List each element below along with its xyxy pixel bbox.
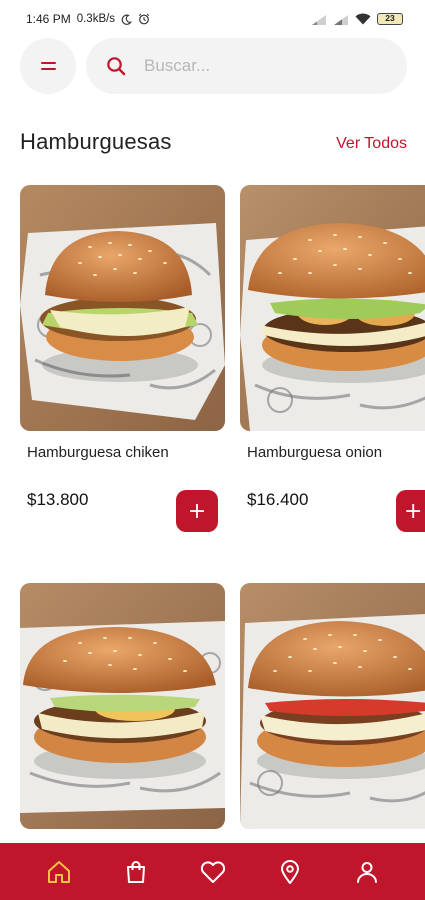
section-title: Hamburguesas — [20, 129, 172, 154]
product-price: $13.800 — [27, 490, 89, 509]
product-image[interactable] — [20, 185, 225, 431]
product-image[interactable] — [240, 583, 425, 829]
add-to-cart-button[interactable]: + — [396, 490, 425, 532]
bottom-nav — [0, 843, 425, 900]
product-card[interactable] — [240, 583, 425, 829]
signal-icon — [312, 14, 326, 25]
product-name: Hamburguesa onion — [247, 444, 383, 461]
menu-icon — [40, 61, 56, 71]
nav-favorites[interactable] — [193, 852, 233, 892]
menu-button[interactable] — [20, 38, 76, 94]
alarm-icon — [138, 13, 150, 25]
heart-icon — [200, 860, 225, 883]
search-icon — [107, 57, 126, 76]
product-image[interactable] — [240, 185, 425, 431]
status-time: 1:46 PM — [26, 12, 71, 26]
user-icon — [356, 861, 377, 883]
location-pin-icon — [280, 859, 299, 884]
product-card[interactable]: Hamburguesa onion $16.400 + — [240, 185, 425, 532]
wifi-icon — [355, 13, 371, 25]
status-left: 1:46 PM 0.3kB/s — [26, 12, 150, 26]
product-card[interactable]: Hamburguesa chiken $13.800 + — [20, 185, 225, 532]
nav-profile[interactable] — [347, 852, 387, 892]
add-to-cart-button[interactable]: + — [176, 490, 218, 532]
status-right: 23 — [311, 13, 403, 25]
moon-icon — [121, 14, 132, 25]
nav-home[interactable] — [39, 852, 79, 892]
product-card[interactable] — [20, 583, 225, 829]
search-input[interactable]: Buscar... — [144, 56, 210, 76]
product-image[interactable] — [20, 583, 225, 829]
network-speed: 0.3kB/s — [76, 13, 116, 25]
nav-location[interactable] — [270, 852, 310, 892]
product-name: Hamburguesa chiken — [27, 444, 169, 461]
status-bar: 1:46 PM 0.3kB/s 23 — [0, 0, 425, 38]
home-icon — [47, 860, 70, 883]
nav-cart[interactable] — [116, 852, 156, 892]
shopping-bag-icon — [126, 860, 145, 883]
search-bar[interactable]: Buscar... — [86, 38, 407, 94]
see-all-link[interactable]: Ver Todos — [336, 135, 407, 153]
product-price: $16.400 — [247, 490, 309, 509]
signal-icon-2 — [334, 14, 348, 25]
battery-icon: 23 — [377, 13, 403, 25]
